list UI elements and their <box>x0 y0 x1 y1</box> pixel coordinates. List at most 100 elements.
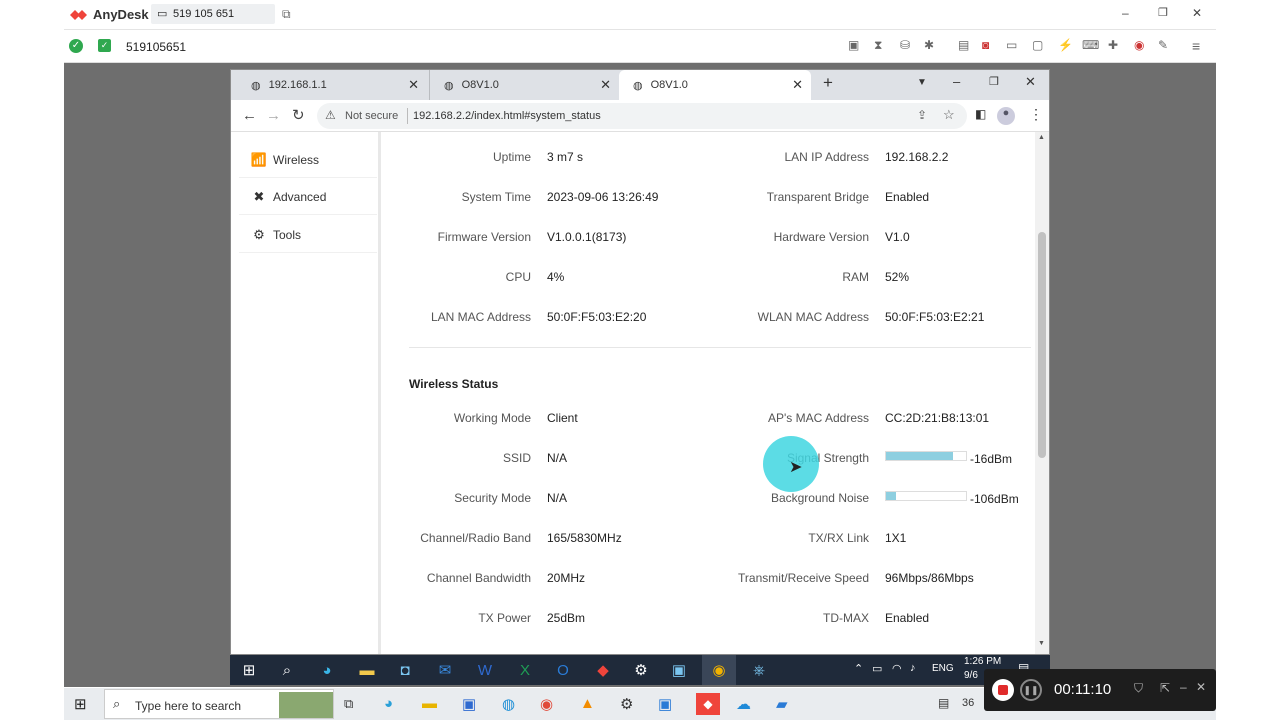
omnibox[interactable]: ⚠ Not secure 192.168.2.2/index.html#syst… <box>317 103 967 129</box>
browser-close-button[interactable]: ✕ <box>1025 74 1036 90</box>
tab-3-active[interactable]: ◍ O8V1.0 ✕ <box>619 70 811 100</box>
warning-icon[interactable]: ⚠ <box>325 108 336 122</box>
scroll-up-icon[interactable]: ▲ <box>1038 134 1045 141</box>
wifi-tray-icon[interactable]: ◠ <box>892 662 902 675</box>
new-session-icon[interactable]: ⧉ <box>282 7 291 22</box>
message-icon[interactable]: ▢ <box>1032 38 1043 52</box>
minimize-button[interactable]: – <box>1122 6 1129 20</box>
task-view-icon[interactable]: ⧉ <box>344 696 353 712</box>
lan-ip-value: 192.168.2.2 <box>885 150 949 164</box>
host-search-box[interactable]: ⌕ Type here to search <box>104 689 334 719</box>
outlook-icon[interactable]: O <box>546 655 580 685</box>
tab-search-icon[interactable]: ▼ <box>917 77 927 88</box>
favorite-icon[interactable]: ✱ <box>924 38 934 52</box>
word-icon[interactable]: W <box>468 655 502 685</box>
close-tab-icon[interactable]: ✕ <box>600 77 611 93</box>
tray-chevron-icon[interactable]: ⌃ <box>854 662 863 675</box>
restore-button[interactable]: ❐ <box>1158 6 1168 19</box>
sidebar-item-wireless[interactable]: 📶 Wireless <box>239 142 377 178</box>
draw-icon[interactable]: ✎ <box>1158 38 1168 52</box>
close-window-button[interactable]: ✕ <box>1192 6 1202 20</box>
transparent-bridge-label: Transparent Bridge <box>766 190 869 204</box>
tab-2[interactable]: ◍ O8V1.0 ✕ <box>429 70 619 100</box>
close-tab-icon[interactable]: ✕ <box>408 77 419 93</box>
settings-icon[interactable]: ⚙ <box>624 655 658 685</box>
right-margin <box>1216 0 1280 720</box>
new-tab-button[interactable]: + <box>823 73 833 93</box>
td-max-value: Enabled <box>885 611 930 625</box>
mail-icon[interactable]: ✉ <box>428 655 462 685</box>
language-indicator[interactable]: ENG <box>932 663 954 674</box>
tab-title: O8V1.0 <box>650 79 688 91</box>
host-app-icon-2[interactable]: ◍ <box>502 695 515 713</box>
url-text[interactable]: 192.168.2.2/index.html#system_status <box>413 110 601 122</box>
not-secure-label[interactable]: Not secure <box>345 110 398 122</box>
clock-time[interactable]: 1:26 PM <box>964 656 1001 667</box>
scroll-down-icon[interactable]: ▼ <box>1038 640 1045 647</box>
session-info-icon[interactable]: ◙ <box>982 38 989 52</box>
host-vlc-icon[interactable]: ▲ <box>580 695 595 712</box>
actions-icon[interactable]: ⚡ <box>1058 38 1073 52</box>
search-icon[interactable]: ⌕ <box>270 655 304 685</box>
volume-icon[interactable]: ♪ <box>910 662 916 674</box>
globe-icon: ◍ <box>251 79 261 92</box>
recorder-close-icon[interactable]: ✕ <box>1196 680 1206 694</box>
reload-icon[interactable]: ↻ <box>292 106 305 124</box>
sidebar-item-advanced[interactable]: ✖ Advanced <box>239 179 377 215</box>
host-explorer-icon[interactable]: ▬ <box>422 695 437 712</box>
forward-arrow-icon[interactable]: → <box>266 107 281 124</box>
keyboard-icon[interactable]: ⌨ <box>1082 38 1099 52</box>
share-icon[interactable]: ⇪ <box>917 108 927 122</box>
excel-icon[interactable]: X <box>508 655 542 685</box>
host-app-icon-3[interactable]: ▰ <box>776 695 788 713</box>
tab-title: 192.168.1.1 <box>268 79 327 91</box>
menu-icon[interactable]: ≡ <box>1192 38 1200 54</box>
host-start-icon[interactable]: ⊞ <box>74 695 87 713</box>
side-panel-icon[interactable]: ◧ <box>975 107 986 121</box>
host-chrome-icon[interactable]: ◉ <box>540 695 553 713</box>
file-icon[interactable]: ▤ <box>958 38 969 52</box>
bookmark-star-icon[interactable]: ☆ <box>943 107 955 123</box>
popout-icon[interactable]: ⇱ <box>1160 681 1170 695</box>
page-scrollbar[interactable]: ▲ ▼ <box>1035 132 1049 654</box>
network-tool-icon[interactable]: ⎈ <box>742 655 776 685</box>
windows-start-icon[interactable]: ⊞ <box>232 655 266 685</box>
shield-icon[interactable]: ⛉ <box>1134 681 1143 696</box>
browser-restore-button[interactable]: ❐ <box>989 75 999 88</box>
close-tab-icon[interactable]: ✕ <box>792 77 803 93</box>
scrollbar-thumb[interactable] <box>1038 232 1046 458</box>
permissions-icon[interactable]: ✚ <box>1108 38 1118 52</box>
session-tab[interactable]: ▭ 519 105 651 <box>151 4 275 24</box>
file-explorer-icon[interactable]: ▬ <box>350 655 384 685</box>
chrome-icon[interactable]: ◉ <box>702 655 736 685</box>
back-arrow-icon[interactable]: ← <box>242 107 257 124</box>
hourglass-icon[interactable]: ⧗ <box>874 38 882 53</box>
edge-icon[interactable]: ◕ <box>310 655 344 685</box>
store-icon[interactable]: ◘ <box>388 655 422 685</box>
host-rdp-icon[interactable]: ▣ <box>658 695 672 713</box>
host-app-icon-1[interactable]: ▣ <box>462 695 476 713</box>
record-icon[interactable]: ◉ <box>1134 38 1144 52</box>
host-anydesk-icon[interactable]: ◆ <box>696 693 720 715</box>
recorder-minimize-icon[interactable]: – <box>1180 680 1187 694</box>
firmware-value: V1.0.0.1(8173) <box>547 230 627 244</box>
host-settings-icon[interactable]: ⚙ <box>620 695 633 713</box>
recording-widget: ❚❚ 00:11:10 ⛉ ⇱ – ✕ <box>984 669 1216 711</box>
chat-icon[interactable]: ▣ <box>848 38 859 52</box>
host-cloud-icon[interactable]: ☁ <box>736 695 751 713</box>
sidebar-item-tools[interactable]: ⚙ Tools <box>239 217 377 253</box>
remote-desktop-icon[interactable]: ▣ <box>662 655 696 685</box>
display-icon[interactable]: ▭ <box>1006 38 1017 52</box>
clock-date[interactable]: 9/6 <box>964 670 978 681</box>
pause-record-button[interactable]: ❚❚ <box>1020 679 1042 701</box>
stop-record-button[interactable] <box>992 679 1014 701</box>
host-tray-icon[interactable]: ▤ <box>938 696 949 710</box>
cpu-label: CPU <box>505 270 531 284</box>
browser-minimize-button[interactable]: – <box>953 74 960 89</box>
kebab-menu-icon[interactable]: ⋮ <box>1029 106 1043 123</box>
database-icon[interactable]: ⛁ <box>900 38 910 52</box>
tab-1[interactable]: ◍ 192.168.1.1 ✕ <box>237 70 427 100</box>
profile-avatar[interactable]: ● <box>997 107 1015 125</box>
anydesk-taskbar-icon[interactable]: ◆ <box>586 655 620 685</box>
host-edge-icon[interactable]: ◕ <box>384 695 393 712</box>
